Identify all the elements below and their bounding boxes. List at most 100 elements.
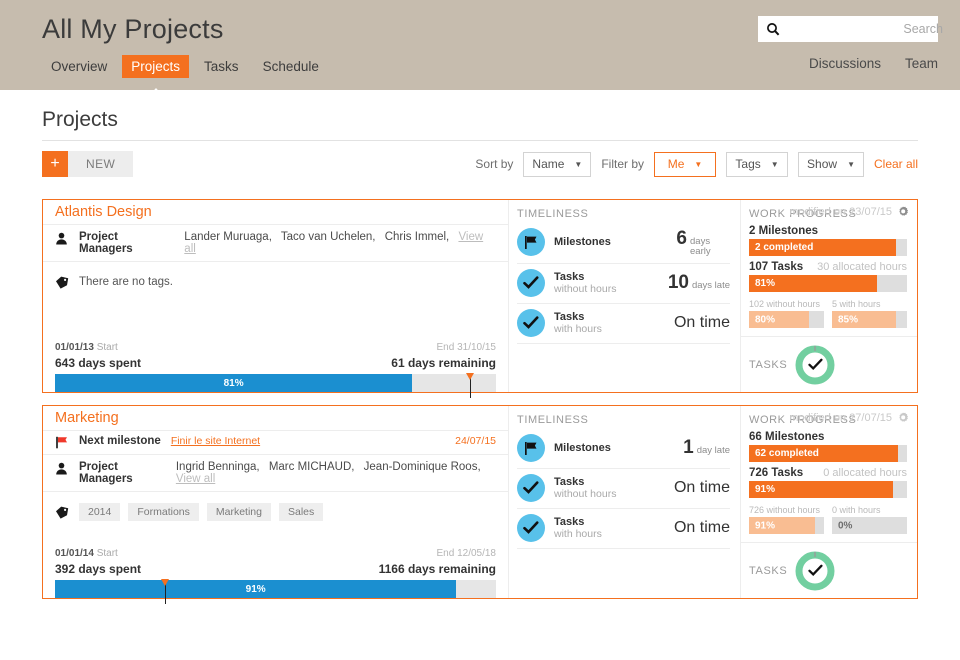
timeliness-status: On time (673, 519, 730, 536)
next-milestone-link[interactable]: Finir le site Internet (171, 435, 260, 447)
project-name[interactable]: Atlantis Design (43, 200, 152, 220)
project-managers-row: Project Managers Ingrid Benninga, Marc M… (43, 455, 508, 492)
timeline-progress-fill: 81% (55, 374, 413, 392)
tasks-count: 107 Tasks (749, 261, 804, 273)
sort-by-value: Name (532, 157, 565, 171)
nav-item-tasks[interactable]: Tasks (195, 55, 248, 78)
manager-name: Chris Immel, (384, 231, 450, 243)
tasks-progress-label: 81% (755, 278, 776, 289)
plus-icon: + (42, 151, 68, 177)
work-progress-body: WORK PROGRESS 66 Milestones 62 completed… (741, 406, 917, 542)
tag-item[interactable]: Marketing (206, 503, 271, 521)
timeliness-value: On time (674, 479, 730, 497)
check-icon (517, 308, 545, 337)
nav-item-schedule[interactable]: Schedule (254, 55, 328, 78)
milestones-line: 2 Milestones (749, 225, 907, 237)
tag-item[interactable]: 2014 (79, 503, 121, 521)
timeline-dates: 01/01/14 Start End 12/05/18 (55, 548, 496, 559)
next-milestone-label: Next milestone (79, 435, 161, 447)
tasks-with-hours-bar: 0% (832, 517, 907, 534)
gear-icon[interactable] (897, 206, 909, 218)
project-card[interactable]: Atlantis Design Project Managers Lander … (42, 199, 918, 398)
tasks-progress-fill: 91% (749, 481, 893, 498)
project-card-left: Atlantis Design Project Managers Lander … (43, 200, 508, 398)
timeliness-value: On time (674, 519, 730, 537)
project-managers-label: Project Managers (79, 461, 133, 485)
sort-by-select[interactable]: Name ▼ (523, 151, 592, 177)
nav-item-projects[interactable]: Projects (122, 55, 190, 78)
timeliness-title: Milestones (554, 441, 611, 454)
milestones-count: 66 Milestones (749, 431, 825, 443)
tasks-summary-box: TASKS (741, 336, 917, 394)
user-icon (55, 231, 69, 245)
manager-name: Ingrid Benninga, (175, 461, 260, 473)
nav-item-overview[interactable]: Overview (42, 55, 116, 78)
search-box[interactable] (758, 16, 945, 42)
timeliness-title: Milestones (554, 236, 611, 249)
timeline-start: 01/01/13 Start (55, 342, 118, 353)
work-progress-body: WORK PROGRESS 2 Milestones 2 completed 1… (741, 200, 917, 336)
timeline-progress-label: 81% (223, 377, 244, 389)
project-timeline-footer: 01/01/13 Start End 31/10/15 643 days spe… (43, 334, 508, 398)
project-card[interactable]: Marketing Next milestone Finir le site I… (42, 405, 918, 604)
chevron-down-icon: ▼ (694, 159, 703, 169)
timeliness-label: Tasks without hours (554, 271, 616, 296)
link-discussions[interactable]: Discussions (809, 56, 881, 71)
timeliness-title: Tasks (554, 310, 585, 323)
project-managers-names: Lander Muruaga, Taco van Uchelen, Chris … (184, 231, 496, 255)
user-icon (55, 461, 69, 475)
milestones-progress-bar: 2 completed (749, 239, 907, 256)
project-modified: modified on 23/07/15 (789, 206, 909, 218)
filter-tags-value: Tags (735, 157, 761, 171)
header-right: Discussions Team (758, 16, 945, 71)
link-team[interactable]: Team (905, 56, 938, 71)
project-modified: modified on 27/07/15 (789, 412, 909, 424)
tasks-with-hours-bar: 85% (832, 311, 907, 328)
new-project-button[interactable]: + NEW (42, 151, 134, 177)
sort-by-label: Sort by (475, 157, 514, 171)
timeliness-number: 1 (683, 437, 694, 458)
chevron-down-icon: ▼ (574, 159, 583, 169)
days-remaining: 61 days remaining (391, 356, 496, 370)
clear-all-button[interactable]: Clear all (874, 157, 918, 171)
timeliness-number: 6 (676, 228, 687, 249)
app-header: All My Projects Overview Projects Tasks … (0, 0, 960, 90)
timeline-progress-bar: 81% (55, 373, 496, 398)
milestones-count: 2 Milestones (749, 225, 819, 237)
project-name[interactable]: Marketing (43, 406, 119, 426)
milestones-progress-bar: 62 completed (749, 445, 907, 462)
gear-icon[interactable] (897, 412, 909, 424)
timeliness-value: On time (674, 314, 730, 332)
tag-item[interactable]: Sales (278, 503, 324, 521)
timeline-dates: 01/01/13 Start End 31/10/15 (55, 342, 496, 353)
filter-me-select[interactable]: Me ▼ (654, 151, 717, 177)
filter-show-select[interactable]: Show ▼ (798, 151, 864, 177)
tasks-with-hours-pct: 85% (838, 314, 859, 325)
milestones-progress-label: 2 completed (755, 242, 814, 253)
check-icon (517, 514, 545, 542)
search-input[interactable] (780, 21, 945, 37)
project-card-left: Marketing Next milestone Finir le site I… (43, 406, 508, 604)
days-spent: 643 days spent (55, 356, 142, 370)
manager-name: Marc MICHAUD, (268, 461, 355, 473)
next-milestone-date: 24/07/15 (455, 435, 496, 447)
filter-tags-select[interactable]: Tags ▼ (726, 151, 789, 177)
timeliness-heading: TIMELINESS (517, 414, 589, 426)
filter-me-value: Me (667, 157, 685, 171)
timeliness-label: Tasks with hours (554, 311, 602, 336)
tasks-count: 726 Tasks (749, 467, 804, 479)
tasks-without-hours-block: 102 without hours 80% (749, 299, 824, 328)
flag-icon (55, 435, 69, 449)
timeliness-subtitle: without hours (554, 488, 617, 501)
tasks-without-hours-bar: 91% (749, 517, 824, 534)
manager-name: Taco van Uchelen, (280, 231, 376, 243)
work-progress-panel: WORK PROGRESS 2 Milestones 2 completed 1… (740, 200, 917, 392)
timeliness-unit: days early (690, 236, 711, 257)
toolbar: + NEW Sort by Name ▼ Filter by Me ▼ Tags… (42, 141, 918, 187)
project-title-row: Marketing (43, 406, 508, 431)
allocated-hours: 0 allocated hours (823, 467, 907, 479)
flag-icon (517, 228, 545, 257)
view-all-managers-link[interactable]: View all (176, 473, 215, 485)
tag-item[interactable]: Formations (128, 503, 199, 521)
timeline-today-marker (161, 579, 170, 604)
